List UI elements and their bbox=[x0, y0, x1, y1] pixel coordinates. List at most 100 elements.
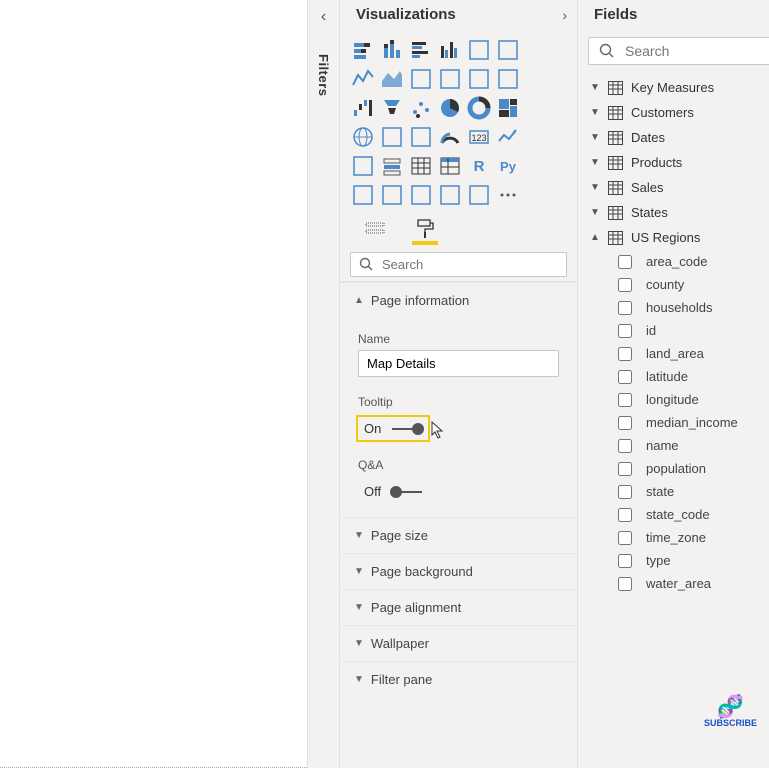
viz-shape-map[interactable] bbox=[408, 124, 434, 150]
viz-paginated[interactable] bbox=[437, 182, 463, 208]
viz-pie[interactable] bbox=[437, 95, 463, 121]
field-median_income[interactable]: median_income bbox=[586, 411, 769, 434]
field-checkbox[interactable] bbox=[618, 577, 632, 591]
field-county[interactable]: county bbox=[586, 273, 769, 296]
viz-multi-card[interactable] bbox=[350, 153, 376, 179]
collapse-visualizations-icon[interactable]: › bbox=[562, 7, 567, 23]
viz-map[interactable] bbox=[350, 124, 376, 150]
viz-card[interactable]: 123 bbox=[466, 124, 492, 150]
field-checkbox[interactable] bbox=[618, 278, 632, 292]
viz-stacked-column[interactable] bbox=[379, 37, 405, 63]
viz-key-influencers[interactable] bbox=[350, 182, 376, 208]
field-checkbox[interactable] bbox=[618, 508, 632, 522]
viz-matrix[interactable] bbox=[437, 153, 463, 179]
chevron-icon: ▼ bbox=[590, 132, 600, 143]
qa-toggle[interactable]: Off bbox=[358, 480, 428, 503]
viz-more[interactable] bbox=[495, 182, 521, 208]
field-checkbox[interactable] bbox=[618, 439, 632, 453]
field-checkbox[interactable] bbox=[618, 255, 632, 269]
fields-search-box[interactable] bbox=[588, 37, 769, 65]
viz-r-script[interactable]: R bbox=[466, 153, 492, 179]
fields-tab[interactable] bbox=[362, 216, 388, 242]
table-sales[interactable]: ▼Sales bbox=[586, 175, 769, 200]
viz-gauge[interactable] bbox=[437, 124, 463, 150]
format-tab[interactable] bbox=[412, 216, 438, 242]
field-latitude[interactable]: latitude bbox=[586, 365, 769, 388]
viz-treemap[interactable] bbox=[495, 95, 521, 121]
viz-waterfall[interactable] bbox=[350, 95, 376, 121]
field-checkbox[interactable] bbox=[618, 485, 632, 499]
field-longitude[interactable]: longitude bbox=[586, 388, 769, 411]
field-checkbox[interactable] bbox=[618, 531, 632, 545]
table-customers[interactable]: ▼Customers bbox=[586, 100, 769, 125]
fields-search-input[interactable] bbox=[625, 43, 769, 59]
viz-power-apps[interactable] bbox=[466, 182, 492, 208]
page-information-header[interactable]: ▲ Page information bbox=[340, 282, 577, 318]
field-households[interactable]: households bbox=[586, 296, 769, 319]
field-checkbox[interactable] bbox=[618, 416, 632, 430]
field-checkbox[interactable] bbox=[618, 393, 632, 407]
expand-filters-icon[interactable]: ‹ bbox=[321, 8, 326, 26]
field-population[interactable]: population bbox=[586, 457, 769, 480]
viz-python[interactable]: Py bbox=[495, 153, 521, 179]
field-checkbox[interactable] bbox=[618, 370, 632, 384]
table-key-measures[interactable]: ▼Key Measures bbox=[586, 75, 769, 100]
page-alignment-header[interactable]: ▼ Page alignment bbox=[340, 589, 577, 625]
field-state[interactable]: state bbox=[586, 480, 769, 503]
page-name-input[interactable] bbox=[358, 350, 559, 377]
qa-toggle-track[interactable] bbox=[392, 491, 422, 493]
filters-pane-label[interactable]: Filters bbox=[316, 54, 331, 97]
wallpaper-header[interactable]: ▼ Wallpaper bbox=[340, 625, 577, 661]
viz-qa-visual[interactable] bbox=[408, 182, 434, 208]
page-name-label: Name bbox=[358, 332, 559, 346]
field-label: time_zone bbox=[646, 530, 706, 545]
viz-stacked-bar-100[interactable] bbox=[466, 37, 492, 63]
field-id[interactable]: id bbox=[586, 319, 769, 342]
viz-funnel[interactable] bbox=[379, 95, 405, 121]
tooltip-toggle-track[interactable] bbox=[392, 428, 422, 430]
viz-stacked-area[interactable] bbox=[408, 66, 434, 92]
field-area_code[interactable]: area_code bbox=[586, 250, 769, 273]
qa-label: Q&A bbox=[358, 458, 559, 472]
field-land_area[interactable]: land_area bbox=[586, 342, 769, 365]
format-search-box[interactable] bbox=[350, 252, 567, 277]
field-checkbox[interactable] bbox=[618, 301, 632, 315]
viz-area[interactable] bbox=[379, 66, 405, 92]
field-state_code[interactable]: state_code bbox=[586, 503, 769, 526]
field-checkbox[interactable] bbox=[618, 347, 632, 361]
viz-clustered-bar[interactable] bbox=[408, 37, 434, 63]
viz-decomposition[interactable] bbox=[379, 182, 405, 208]
viz-scatter[interactable] bbox=[408, 95, 434, 121]
viz-line-clustered[interactable] bbox=[437, 66, 463, 92]
chevron-icon: ▲ bbox=[590, 232, 600, 243]
viz-ribbon[interactable] bbox=[495, 66, 521, 92]
tooltip-toggle[interactable]: On bbox=[358, 417, 428, 440]
field-checkbox[interactable] bbox=[618, 462, 632, 476]
viz-stacked-column-100[interactable] bbox=[495, 37, 521, 63]
table-dates[interactable]: ▼Dates bbox=[586, 125, 769, 150]
viz-donut[interactable] bbox=[466, 95, 492, 121]
viz-stacked-bar[interactable] bbox=[350, 37, 376, 63]
page-background-header[interactable]: ▼ Page background bbox=[340, 553, 577, 589]
filter-pane-header[interactable]: ▼ Filter pane bbox=[340, 661, 577, 697]
field-name[interactable]: name bbox=[586, 434, 769, 457]
viz-clustered-column[interactable] bbox=[437, 37, 463, 63]
chevron-up-icon: ▲ bbox=[354, 295, 364, 306]
viz-kpi[interactable] bbox=[495, 124, 521, 150]
table-products[interactable]: ▼Products bbox=[586, 150, 769, 175]
viz-line-stacked[interactable] bbox=[466, 66, 492, 92]
viz-filled-map[interactable] bbox=[379, 124, 405, 150]
table-states[interactable]: ▼States bbox=[586, 200, 769, 225]
field-checkbox[interactable] bbox=[618, 554, 632, 568]
report-canvas[interactable] bbox=[0, 0, 308, 768]
viz-table[interactable] bbox=[408, 153, 434, 179]
viz-slicer[interactable] bbox=[379, 153, 405, 179]
field-water_area[interactable]: water_area bbox=[586, 572, 769, 595]
page-size-header[interactable]: ▼ Page size bbox=[340, 517, 577, 553]
field-time_zone[interactable]: time_zone bbox=[586, 526, 769, 549]
field-checkbox[interactable] bbox=[618, 324, 632, 338]
viz-line[interactable] bbox=[350, 66, 376, 92]
table-us-regions[interactable]: ▲US Regions bbox=[586, 225, 769, 250]
format-search-input[interactable] bbox=[382, 257, 558, 272]
field-type[interactable]: type bbox=[586, 549, 769, 572]
